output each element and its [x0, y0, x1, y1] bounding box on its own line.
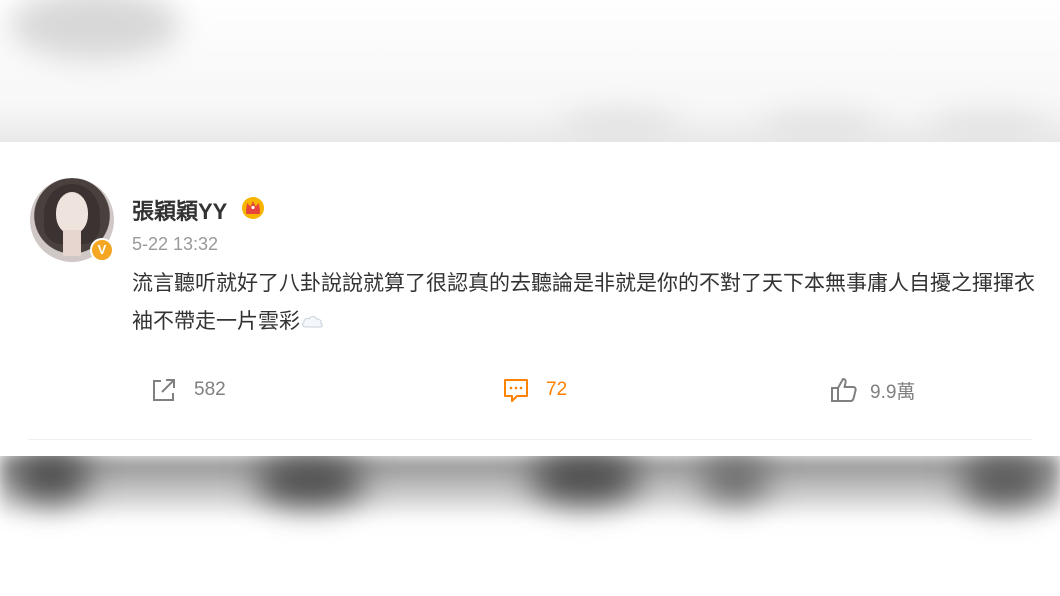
crown-icon: [242, 197, 264, 219]
verified-badge: V: [90, 238, 114, 262]
thumbs-up-icon: [831, 378, 857, 402]
cloud-icon: [302, 316, 323, 328]
post-timestamp[interactable]: 5-22 13:32: [132, 234, 218, 255]
username[interactable]: 張穎穎YY: [132, 194, 227, 226]
share-icon: [153, 379, 175, 401]
screenshot-frame: V 張穎穎YY 5-22 13:32 流言聽听就好了八卦說說就算了很認真的去聽論…: [0, 0, 1060, 596]
blurred-background-top: [0, 0, 1060, 142]
comment-count: 72: [546, 379, 568, 400]
blurred-background-bottom: [0, 456, 1060, 596]
like-count: 9.9萬: [870, 381, 916, 403]
weibo-post-card: V 張穎穎YY 5-22 13:32 流言聽听就好了八卦說說就算了很認真的去聽論…: [0, 142, 1060, 456]
repost-button[interactable]: 582: [150, 374, 226, 406]
divider: [28, 439, 1032, 440]
like-button[interactable]: 9.9萬: [830, 374, 915, 406]
comment-button[interactable]: 72: [502, 374, 567, 406]
post-body: 流言聽听就好了八卦說說就算了很認真的去聽論是非就是你的不對了天下本無事庸人自擾之…: [132, 264, 1037, 340]
repost-count: 582: [194, 379, 226, 400]
comment-icon: [504, 379, 528, 402]
post-text: 流言聽听就好了八卦說說就算了很認真的去聽論是非就是你的不對了天下本無事庸人自擾之…: [132, 271, 1035, 333]
